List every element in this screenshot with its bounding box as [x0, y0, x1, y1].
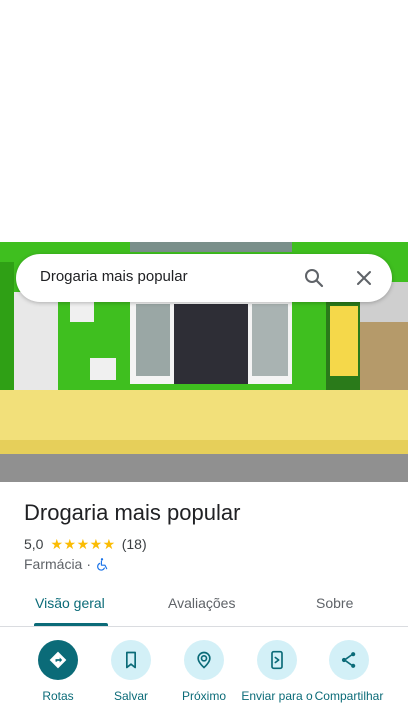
action-bar: Rotas Salvar Próximo Enviar para o Compa… — [0, 640, 408, 724]
send-to-phone-label: Enviar para o — [241, 689, 313, 703]
rating-value: 5,0 — [24, 536, 44, 552]
tab-active-indicator — [34, 623, 108, 626]
place-title: Drogaria mais popular — [24, 500, 241, 525]
place-category: Farmácia — [24, 556, 83, 572]
rating-row[interactable]: 5,0 ★★★★★ (18) — [24, 535, 147, 553]
directions-label: Rotas — [42, 689, 74, 703]
review-count[interactable]: (18) — [122, 536, 147, 552]
nearby-icon[interactable] — [184, 640, 224, 680]
tab-about[interactable]: Sobre — [316, 595, 353, 611]
search-icon[interactable] — [302, 266, 326, 290]
category-row: Farmácia · — [24, 555, 109, 573]
map-area[interactable] — [0, 0, 408, 242]
share-button[interactable]: Compartilhar — [309, 640, 389, 703]
nearby-button[interactable]: Próximo — [164, 640, 244, 703]
send-to-phone-button[interactable]: Enviar para o — [237, 640, 317, 703]
bookmark-icon[interactable] — [111, 640, 151, 680]
share-icon[interactable] — [329, 640, 369, 680]
close-icon[interactable] — [352, 266, 376, 290]
wheelchair-icon — [97, 558, 108, 571]
search-input[interactable]: Drogaria mais popular — [40, 268, 188, 285]
tab-reviews[interactable]: Avaliações — [168, 595, 235, 611]
tab-bar: Visão geral Avaliações Sobre — [0, 584, 408, 627]
share-label: Compartilhar — [314, 689, 384, 703]
star-rating: ★★★★★ — [50, 535, 116, 552]
separator: · — [86, 556, 92, 572]
directions-icon[interactable] — [38, 640, 78, 680]
save-button[interactable]: Salvar — [91, 640, 171, 703]
nearby-label: Próximo — [181, 689, 226, 703]
search-bar[interactable]: Drogaria mais popular — [16, 254, 392, 302]
send-to-phone-icon[interactable] — [257, 640, 297, 680]
directions-button[interactable]: Rotas — [18, 640, 98, 703]
tab-overview[interactable]: Visão geral — [35, 595, 105, 611]
save-label: Salvar — [113, 689, 148, 703]
